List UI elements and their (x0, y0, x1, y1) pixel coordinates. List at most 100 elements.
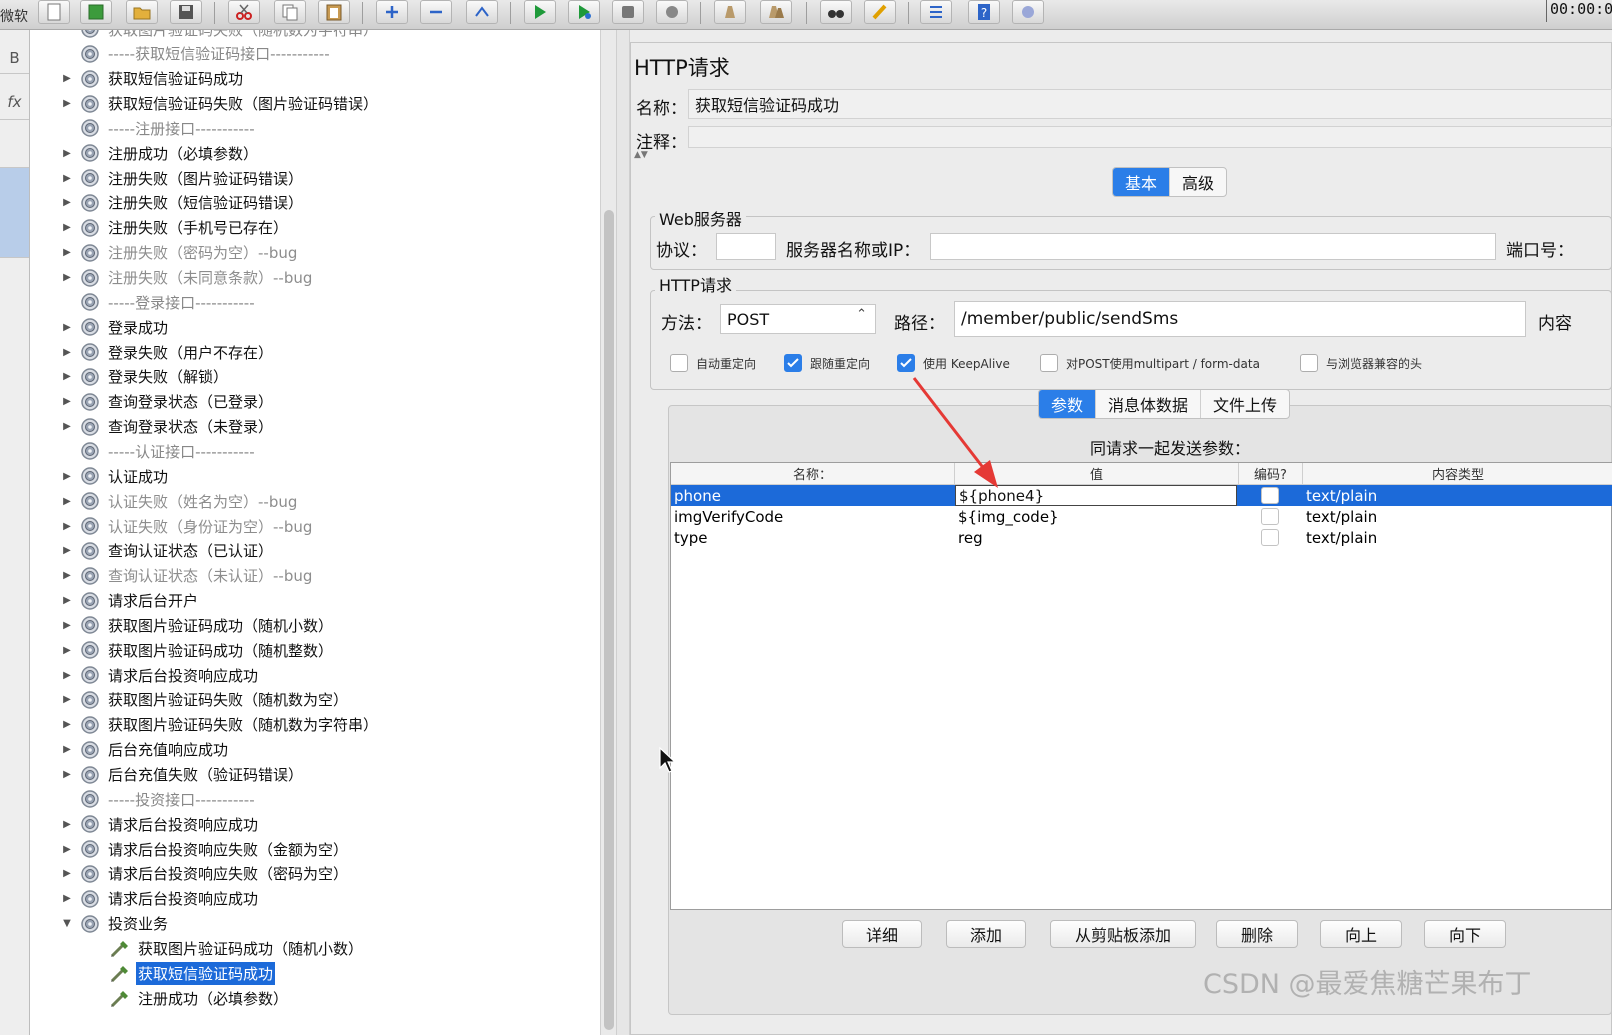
delete-button[interactable]: 删除 (1216, 920, 1298, 948)
collapsed-toggle-icon[interactable]: ▶ (60, 893, 74, 904)
collapsed-toggle-icon[interactable]: ▶ (60, 173, 74, 184)
tree-item[interactable]: ▶ 获取图片验证码失败（随机数为字符串） (60, 713, 380, 737)
tree-scrollbar[interactable] (600, 30, 616, 1035)
tree-item[interactable]: ▶ 请求后台投资响应失败（密码为空） (60, 862, 350, 886)
tree-item[interactable]: ▶ 注册失败（图片验证码错误） (60, 166, 305, 190)
expanded-toggle-icon[interactable]: ▼ (60, 918, 74, 929)
detail-button[interactable]: 详细 (842, 920, 922, 948)
table-row[interactable]: type reg text/plain (671, 527, 1612, 548)
collapsed-toggle-icon[interactable]: ▶ (60, 98, 74, 109)
column-content-type[interactable]: 内容类型 (1303, 463, 1612, 485)
search-icon[interactable] (820, 0, 852, 24)
add-from-clipboard-button[interactable]: 从剪贴板添加 (1050, 920, 1196, 948)
tab-file-upload[interactable]: 文件上传 (1201, 390, 1289, 418)
param-name[interactable]: imgVerifyCode (671, 506, 955, 527)
collapsed-toggle-icon[interactable]: ▶ (60, 595, 74, 606)
encode-checkbox[interactable] (1261, 508, 1279, 525)
tree-item[interactable]: ▶ 获取短信验证码成功 (60, 67, 245, 91)
tree-item[interactable]: ▶ 获取图片验证码成功（随机小数） (60, 613, 335, 637)
tree-item[interactable]: ▶ 查询登录状态（已登录） (60, 390, 275, 414)
expand-icon[interactable] (376, 0, 408, 24)
tree-item[interactable]: -----注册接口----------- (60, 116, 257, 140)
tree-item[interactable]: ▶ 获取短信验证码失败（图片验证码错误） (60, 92, 380, 116)
tree-item[interactable]: ▶ 登录失败（用户不存在） (60, 340, 275, 364)
param-name[interactable]: type (671, 527, 955, 548)
collapsed-toggle-icon[interactable]: ▶ (60, 645, 74, 656)
collapsed-toggle-icon[interactable]: ▶ (60, 471, 74, 482)
tree-item[interactable]: ▶ 注册成功（必填参数） (60, 141, 260, 165)
collapsed-toggle-icon[interactable]: ▶ (60, 272, 74, 283)
method-select[interactable]: POST ⌃ (720, 304, 876, 334)
tree-item[interactable]: ▶ 获取图片验证码失败（随机数为空） (60, 688, 350, 712)
tree-item[interactable]: ▶ 注册失败（短信验证码错误） (60, 191, 305, 215)
toggle-icon[interactable] (466, 0, 498, 24)
clear-icon[interactable] (714, 0, 746, 24)
move-down-button[interactable]: 向下 (1424, 920, 1506, 948)
tree-item[interactable]: ▶ 查询认证状态（未认证）--bug (60, 564, 314, 588)
function-helper-icon[interactable] (920, 0, 952, 24)
tree-item[interactable]: 获取短信验证码成功 (90, 961, 276, 985)
collapsed-toggle-icon[interactable]: ▶ (60, 620, 74, 631)
protocol-input[interactable] (716, 233, 776, 260)
collapsed-toggle-icon[interactable]: ▶ (60, 868, 74, 879)
start-no-pause-icon[interactable] (568, 0, 600, 24)
tree-item[interactable]: ▶ 获取图片验证码成功（随机整数） (60, 638, 335, 662)
collapsed-toggle-icon[interactable]: ▶ (60, 769, 74, 780)
collapsed-toggle-icon[interactable]: ▶ (60, 421, 74, 432)
shutdown-icon[interactable] (656, 0, 688, 24)
collapsed-toggle-icon[interactable]: ▶ (60, 222, 74, 233)
server-input[interactable] (930, 233, 1496, 260)
tree-item[interactable]: -----投资接口----------- (60, 787, 257, 811)
collapsed-toggle-icon[interactable]: ▶ (60, 73, 74, 84)
multipart-checkbox[interactable]: 对POST使用multipart / form-data (1040, 354, 1260, 372)
templates-icon[interactable] (80, 0, 112, 24)
panel-splitter[interactable] (616, 30, 630, 1035)
tree-item[interactable]: -----认证接口----------- (60, 439, 257, 463)
collapsed-toggle-icon[interactable]: ▶ (60, 719, 74, 730)
encode-checkbox[interactable] (1261, 487, 1279, 504)
remote-icon[interactable] (1012, 0, 1044, 24)
new-icon[interactable] (38, 0, 70, 24)
tab-body-data[interactable]: 消息体数据 (1096, 390, 1202, 418)
reset-search-icon[interactable] (864, 0, 896, 24)
move-up-button[interactable]: 向上 (1320, 920, 1402, 948)
tree-item[interactable]: 获取图片验证码成功（随机小数） (90, 936, 365, 960)
help-icon[interactable]: ? (968, 0, 1000, 24)
tree-item[interactable]: -----获取短信验证码接口----------- (60, 42, 332, 66)
collapsed-toggle-icon[interactable]: ▶ (60, 322, 74, 333)
collapsed-toggle-icon[interactable]: ▶ (60, 247, 74, 258)
tree-item[interactable]: ▶ 请求后台投资响应失败（金额为空） (60, 837, 350, 861)
tree-item[interactable]: ▶ 登录成功 (60, 315, 170, 339)
tree-item[interactable]: ▶ 请求后台投资响应成功 (60, 663, 260, 687)
collapsed-toggle-icon[interactable]: ▶ (60, 197, 74, 208)
tree-item[interactable]: ▶ 认证失败（身份证为空）--bug (60, 514, 314, 538)
table-row[interactable]: phone ${phone4} text/plain (671, 485, 1612, 506)
collapsed-toggle-icon[interactable]: ▶ (60, 694, 74, 705)
start-icon[interactable] (524, 0, 556, 24)
browser-headers-checkbox[interactable]: 与浏览器兼容的头 (1300, 354, 1422, 372)
param-value[interactable]: ${img_code} (955, 506, 1239, 527)
tree-scrollbar-thumb[interactable] (604, 210, 614, 1030)
stop-icon[interactable] (612, 0, 644, 24)
tree-item[interactable]: 获取图片验证码失败（随机数为字符串） (60, 30, 380, 41)
tree-item[interactable]: ▶ 请求后台投资响应成功 (60, 887, 260, 911)
collapsed-toggle-icon[interactable]: ▶ (60, 545, 74, 556)
collapsed-toggle-icon[interactable]: ▶ (60, 844, 74, 855)
tab-advanced[interactable]: 高级 (1170, 168, 1226, 196)
tree-item[interactable]: -----登录接口----------- (60, 290, 257, 314)
tab-basic[interactable]: 基本 (1113, 168, 1171, 196)
param-value[interactable]: reg (955, 527, 1239, 548)
collapsed-toggle-icon[interactable]: ▶ (60, 570, 74, 581)
collapsed-toggle-icon[interactable]: ▶ (60, 396, 74, 407)
resize-arrows-icon[interactable]: ▲▼ (634, 150, 648, 160)
encode-checkbox[interactable] (1261, 529, 1279, 546)
collapsed-toggle-icon[interactable]: ▶ (60, 819, 74, 830)
tree-item[interactable]: ▶ 注册失败（未同意条款）--bug (60, 266, 314, 290)
tree-item[interactable]: 注册成功（必填参数） (90, 986, 290, 1010)
tree-item[interactable]: ▶ 后台充值失败（验证码错误） (60, 763, 305, 787)
comment-input[interactable] (688, 126, 1612, 148)
paste-icon[interactable] (318, 0, 350, 24)
name-input[interactable]: 获取短信验证码成功 (688, 89, 1612, 119)
tree-item[interactable]: ▼ 投资业务 (60, 912, 170, 936)
save-icon[interactable] (170, 0, 202, 24)
